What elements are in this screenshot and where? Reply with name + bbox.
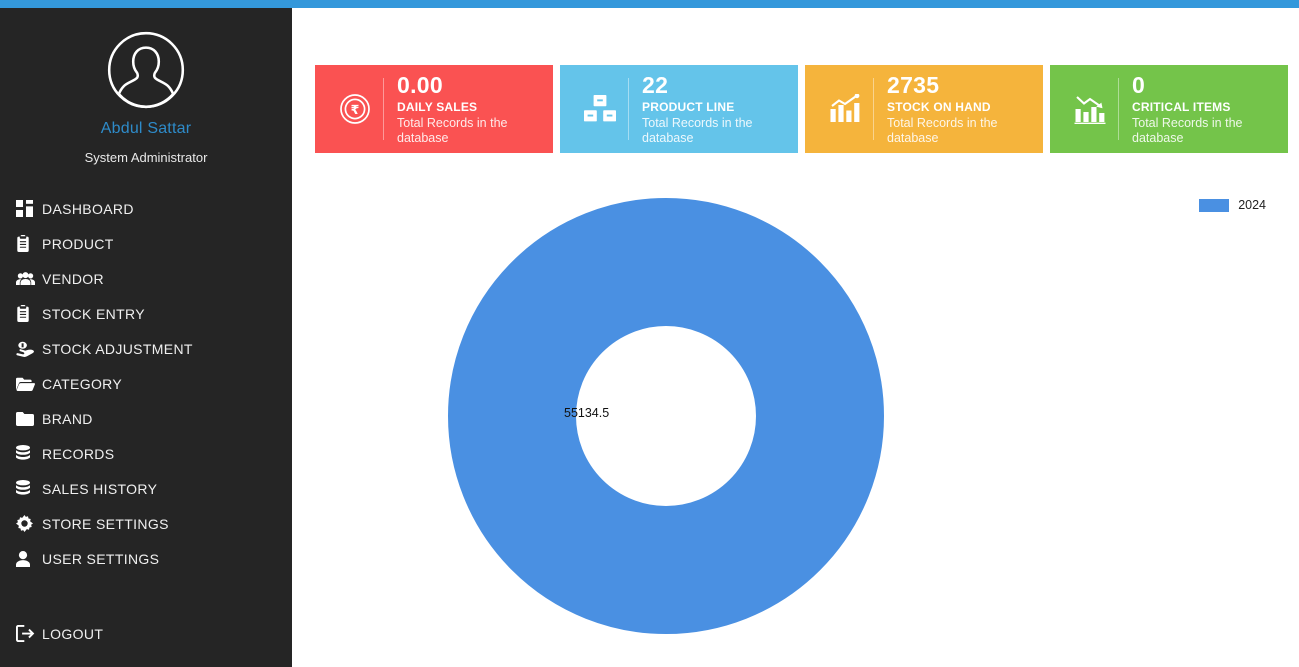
- chart-legend[interactable]: 2024: [1199, 198, 1266, 212]
- gear-icon: [16, 514, 42, 534]
- card-value: 0.00: [397, 72, 443, 98]
- card-title: STOCK ON HAND: [887, 100, 991, 114]
- sidebar-item-label: RECORDS: [42, 445, 115, 462]
- sidebar-item-category[interactable]: CATEGORY: [0, 366, 292, 401]
- stat-card-daily-sales[interactable]: ₹ 0.00 DAILY SALES Total Records in the …: [315, 65, 553, 153]
- folder-open-icon: [16, 374, 42, 394]
- card-subtitle: Total Records in the database: [887, 116, 998, 145]
- sidebar-item-stock-entry[interactable]: STOCK ENTRY: [0, 296, 292, 331]
- sidebar-item-logout[interactable]: LOGOUT: [0, 616, 292, 651]
- main-content: ₹ 0.00 DAILY SALES Total Records in the …: [292, 8, 1299, 667]
- card-title: CRITICAL ITEMS: [1132, 100, 1231, 114]
- boxes-icon: [574, 95, 626, 123]
- sidebar-item-user-settings[interactable]: USER SETTINGS: [0, 541, 292, 576]
- users-icon: [16, 269, 42, 289]
- card-body: 22 PRODUCT LINE Total Records in the dat…: [642, 72, 798, 146]
- sidebar-item-label: STOCK ENTRY: [42, 305, 145, 322]
- stat-cards: ₹ 0.00 DAILY SALES Total Records in the …: [315, 65, 1288, 153]
- sidebar-item-label: STOCK ADJUSTMENT: [42, 340, 193, 357]
- sidebar-username: Abdul Sattar: [100, 120, 192, 137]
- sidebar-item-stock-adjustment[interactable]: STOCK ADJUSTMENT: [0, 331, 292, 366]
- user-icon: [16, 549, 42, 569]
- user-avatar-icon: [107, 31, 185, 109]
- hand-holding-icon: [16, 339, 42, 359]
- sidebar-item-dashboard[interactable]: DASHBOARD: [0, 191, 292, 226]
- sidebar-item-label: BRAND: [42, 410, 93, 427]
- sidebar-item-label: STORE SETTINGS: [42, 515, 169, 532]
- sign-out-icon: [16, 624, 42, 644]
- card-body: 0.00 DAILY SALES Total Records in the da…: [397, 72, 553, 146]
- rupee-circle-icon: ₹: [329, 93, 381, 125]
- sidebar-nav: DASHBOARD PRODUCT VENDOR STOCK ENTRY STO…: [0, 191, 292, 651]
- sidebar-item-store-settings[interactable]: STORE SETTINGS: [0, 506, 292, 541]
- sidebar-item-product[interactable]: PRODUCT: [0, 226, 292, 261]
- card-value: 22: [642, 72, 669, 98]
- dashboard-page: Abdul Sattar System Administrator DASHBO…: [0, 0, 1299, 667]
- database-icon: [16, 444, 42, 464]
- sidebar-item-label: DASHBOARD: [42, 200, 134, 217]
- sidebar-item-label: USER SETTINGS: [42, 550, 160, 567]
- donut-data-label: 55134.5: [564, 406, 610, 420]
- card-value: 2735: [887, 72, 940, 98]
- sidebar-item-label: CATEGORY: [42, 375, 123, 392]
- sidebar-item-brand[interactable]: BRAND: [0, 401, 292, 436]
- card-divider: [628, 78, 629, 140]
- sidebar: Abdul Sattar System Administrator DASHBO…: [0, 8, 292, 667]
- card-title: PRODUCT LINE: [642, 100, 735, 114]
- sidebar-item-label: SALES HISTORY: [42, 480, 158, 497]
- card-subtitle: Total Records in the database: [397, 116, 508, 145]
- legend-swatch-2024: [1199, 198, 1230, 212]
- card-body: 0 CRITICAL ITEMS Total Records in the da…: [1132, 72, 1288, 146]
- card-body: 2735 STOCK ON HAND Total Records in the …: [887, 72, 1043, 146]
- sidebar-item-label: VENDOR: [42, 270, 104, 287]
- card-value: 0: [1132, 72, 1146, 98]
- top-accent-bar: [0, 0, 1299, 8]
- card-subtitle: Total Records in the database: [1132, 116, 1243, 145]
- database-icon: [16, 479, 42, 499]
- card-title: DAILY SALES: [397, 100, 478, 114]
- clipboard-icon: [16, 304, 42, 324]
- sidebar-item-sales-history[interactable]: SALES HISTORY: [0, 471, 292, 506]
- sidebar-item-label: PRODUCT: [42, 235, 114, 252]
- avatar: [0, 8, 292, 110]
- chart-line-up-icon: [819, 94, 871, 124]
- stat-card-product-line[interactable]: 22 PRODUCT LINE Total Records in the dat…: [560, 65, 798, 153]
- svg-text:₹: ₹: [351, 102, 360, 117]
- card-divider: [873, 78, 874, 140]
- sidebar-userrole: System Administrator: [84, 150, 208, 165]
- stat-card-critical-items[interactable]: 0 CRITICAL ITEMS Total Records in the da…: [1050, 65, 1288, 153]
- donut-chart-svg[interactable]: [448, 198, 884, 634]
- sidebar-item-label: LOGOUT: [42, 625, 104, 642]
- card-subtitle: Total Records in the database: [642, 116, 753, 145]
- card-divider: [1118, 78, 1119, 140]
- card-divider: [383, 78, 384, 140]
- clipboard-icon: [16, 234, 42, 254]
- sidebar-item-vendor[interactable]: VENDOR: [0, 261, 292, 296]
- dashboard-icon: [16, 199, 42, 219]
- folder-icon: [16, 409, 42, 429]
- legend-label-2024: 2024: [1238, 198, 1266, 212]
- stat-card-stock-on-hand[interactable]: 2735 STOCK ON HAND Total Records in the …: [805, 65, 1043, 153]
- chart-line-down-icon: [1064, 94, 1116, 124]
- sidebar-item-records[interactable]: RECORDS: [0, 436, 292, 471]
